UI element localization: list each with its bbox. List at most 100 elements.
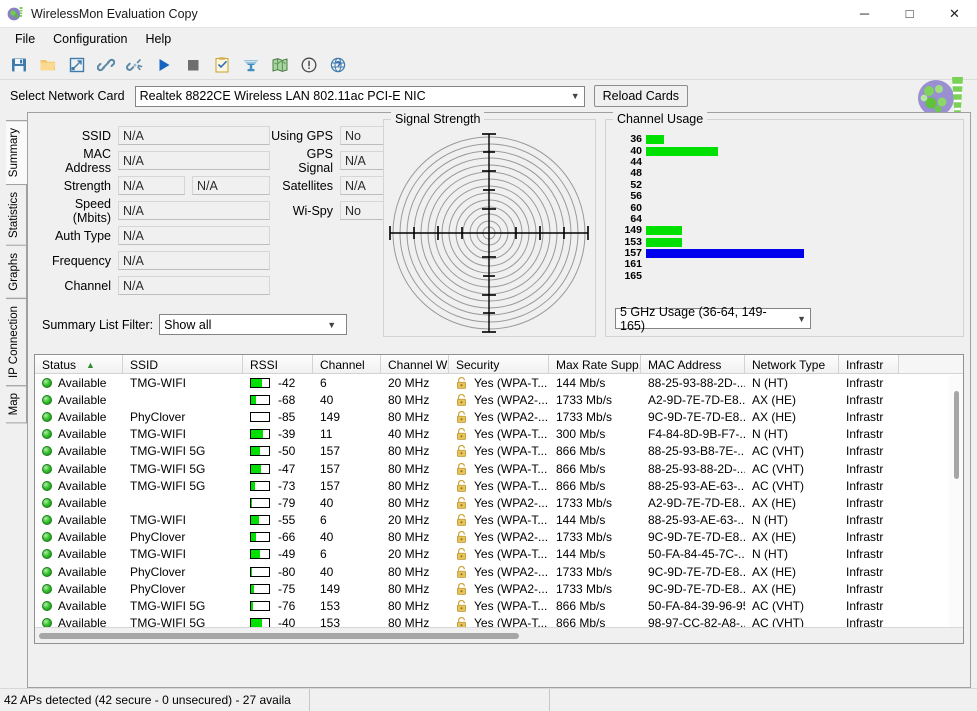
cell-status: Available	[35, 494, 123, 511]
status-label: Available	[58, 375, 107, 390]
access-point-table[interactable]: Status ▲ SSID RSSI Channel Channel W... Securi…	[34, 354, 964, 644]
channel-usage-row: 40	[622, 145, 955, 156]
sidebar-item-graphs[interactable]: Graphs	[6, 245, 27, 299]
column-header-channel[interactable]: Channel	[313, 355, 381, 373]
summary-right-column: Using GPS No GPS Signal N/A Satellites N…	[270, 123, 393, 298]
field-speed-label: Speed (Mbits)	[72, 196, 111, 225]
channel-usage-label: 40	[630, 144, 642, 157]
table-row[interactable]: Available PhyClover -80 40 80 MHz Yes (WPA2-.…	[35, 563, 963, 580]
map-icon[interactable]	[265, 51, 294, 78]
cell-channel: 153	[320, 599, 341, 614]
table-row[interactable]: Available TMG-WIFI 5G -73 157 80 MHz Yes (WPA…	[35, 477, 963, 494]
cell-mac: 50-FA-84-45-7C-...	[648, 547, 745, 562]
cell-ssid: PhyClover	[130, 581, 186, 596]
cell-mac: A2-9D-7E-7D-E8...	[648, 495, 745, 510]
cell-ssid: TMG-WIFI	[130, 547, 186, 562]
save-icon[interactable]	[4, 51, 33, 78]
column-header-mac[interactable]: MAC Address	[641, 355, 745, 373]
summary-list-filter-select[interactable]: Show all ▼	[159, 314, 348, 335]
sidebar-item-statistics[interactable]: Statistics	[6, 184, 27, 247]
field-ssid-value: N/A	[118, 126, 270, 145]
table-row[interactable]: Available TMG-WIFI -42 6 20 MHz Yes (WPA-T...…	[35, 374, 963, 391]
cell-status: Available	[35, 374, 123, 391]
cell-ssid: TMG-WIFI	[130, 375, 186, 390]
cell-security: Yes (WPA-T...	[449, 477, 549, 494]
cell-nettype: AX (HE)	[752, 392, 797, 407]
table-row[interactable]: Available PhyClover -66 40 80 MHz Yes (WPA2-.…	[35, 529, 963, 546]
column-header-ssid[interactable]: SSID	[123, 355, 243, 373]
channel-usage-label: 36	[630, 133, 642, 146]
signal-meter	[250, 480, 270, 491]
report-icon[interactable]	[207, 51, 236, 78]
column-header-width[interactable]: Channel W...	[381, 355, 449, 373]
column-header-infra[interactable]: Infrastr	[839, 355, 899, 373]
status-led-icon	[42, 429, 52, 440]
sidebar-item-map[interactable]: Map	[6, 384, 27, 424]
status-cell-3	[550, 689, 977, 711]
maximize-button[interactable]: □	[887, 0, 932, 28]
cell-infra: Infrastr	[846, 564, 884, 579]
cell-ssid	[123, 391, 243, 408]
network-card-select[interactable]: Realtek 8822CE Wireless LAN 802.11ac PCI…	[134, 85, 585, 107]
table-row[interactable]: Available TMG-WIFI 5G -47 157 80 MHz Yes (WPA…	[35, 460, 963, 477]
menu-item-configuration[interactable]: Configuration	[44, 30, 136, 48]
cell-infra: Infrastr	[846, 581, 884, 596]
antenna-icon[interactable]	[236, 51, 265, 78]
alert-icon[interactable]	[294, 51, 323, 78]
table-row[interactable]: Available TMG-WIFI 5G -50 157 80 MHz Yes (WPA…	[35, 443, 963, 460]
field-using-gps: Using GPS No	[270, 123, 393, 148]
lock-icon	[456, 376, 467, 389]
channel-usage-band-select[interactable]: 5 GHz Usage (36-64, 149-165) ▼	[615, 305, 811, 333]
rssi-value: -73	[278, 478, 296, 493]
table-row[interactable]: Available PhyClover -75 149 80 MHz Yes (WPA2-…	[35, 580, 963, 597]
close-button[interactable]: ✕	[932, 0, 977, 28]
column-header-rssi[interactable]: RSSI	[243, 355, 313, 373]
menu-item-help[interactable]: Help	[137, 30, 181, 48]
cell-status: Available	[35, 477, 123, 494]
column-header-nettype[interactable]: Network Type	[745, 355, 839, 373]
status-label: Available	[58, 513, 107, 528]
rssi-value: -75	[278, 581, 296, 596]
table-horizontal-scrollbar[interactable]	[35, 627, 963, 643]
stop-icon[interactable]	[178, 51, 207, 78]
column-header-security[interactable]: Security	[449, 355, 549, 373]
cell-nettype: AX (HE)	[752, 530, 797, 545]
play-icon[interactable]	[149, 51, 178, 78]
minimize-button[interactable]: ─	[842, 0, 887, 28]
help-globe-icon[interactable]	[323, 51, 352, 78]
cell-channel: 149	[320, 409, 341, 424]
channel-usage-label: 161	[624, 258, 642, 271]
channel-usage-panel: Channel Usage 36 40 44 48 52 56 60 64 149 153 157 1…	[605, 112, 964, 337]
cell-ssid: PhyClover	[130, 564, 186, 579]
table-vertical-scrollbar[interactable]	[949, 375, 963, 627]
reload-cards-button[interactable]: Reload Cards	[593, 85, 689, 107]
table-row[interactable]: Available TMG-WIFI 5G -76 153 80 MHz Yes (WPA…	[35, 597, 963, 614]
channel-usage-row: 153	[622, 236, 955, 248]
network-card-value: Realtek 8822CE Wireless LAN 802.11ac PCI…	[139, 89, 426, 103]
field-mac-address-label: MAC Address	[65, 146, 111, 175]
table-row[interactable]: Available -68 40 80 MHz Yes (WPA2-... 1733 Mb…	[35, 391, 963, 408]
horizontal-scroll-thumb[interactable]	[39, 633, 519, 639]
table-row[interactable]: Available TMG-WIFI -49 6 20 MHz Yes (WPA-T...…	[35, 546, 963, 563]
column-header-status[interactable]: Status ▲	[35, 355, 123, 373]
cell-security: Yes (WPA-T...	[449, 426, 549, 443]
table-row[interactable]: Available TMG-WIFI -39 11 40 MHz Yes (WPA-T..…	[35, 426, 963, 443]
sidebar-item-summary[interactable]: Summary	[6, 120, 28, 186]
cell-width: 80 MHz	[388, 478, 430, 493]
link-icon[interactable]	[91, 51, 120, 78]
open-folder-icon[interactable]	[33, 51, 62, 78]
field-gps-signal: GPS Signal N/A	[270, 147, 393, 175]
status-led-icon	[42, 583, 52, 594]
vertical-scroll-thumb[interactable]	[954, 391, 959, 479]
table-row[interactable]: Available -79 40 80 MHz Yes (WPA2-... 1733 Mb…	[35, 494, 963, 511]
sidebar-item-ip-connection[interactable]: IP Connection	[6, 297, 27, 386]
table-row[interactable]: Available TMG-WIFI -55 6 20 MHz Yes (WPA-T...…	[35, 512, 963, 529]
menu-item-file[interactable]: File	[6, 30, 44, 48]
table-row[interactable]: Available PhyClover -85 149 80 MHz Yes (WPA2-…	[35, 408, 963, 425]
export-icon[interactable]	[62, 51, 91, 78]
chevron-down-icon: ▼	[570, 91, 580, 101]
channel-usage-bars: 36 40 44 48 52 56 60 64 149 153 157 161 165	[606, 120, 963, 282]
security-label: Yes (WPA-T...	[474, 513, 548, 528]
disconnect-icon[interactable]	[120, 51, 149, 78]
column-header-rate[interactable]: Max Rate Supp...	[549, 355, 641, 373]
